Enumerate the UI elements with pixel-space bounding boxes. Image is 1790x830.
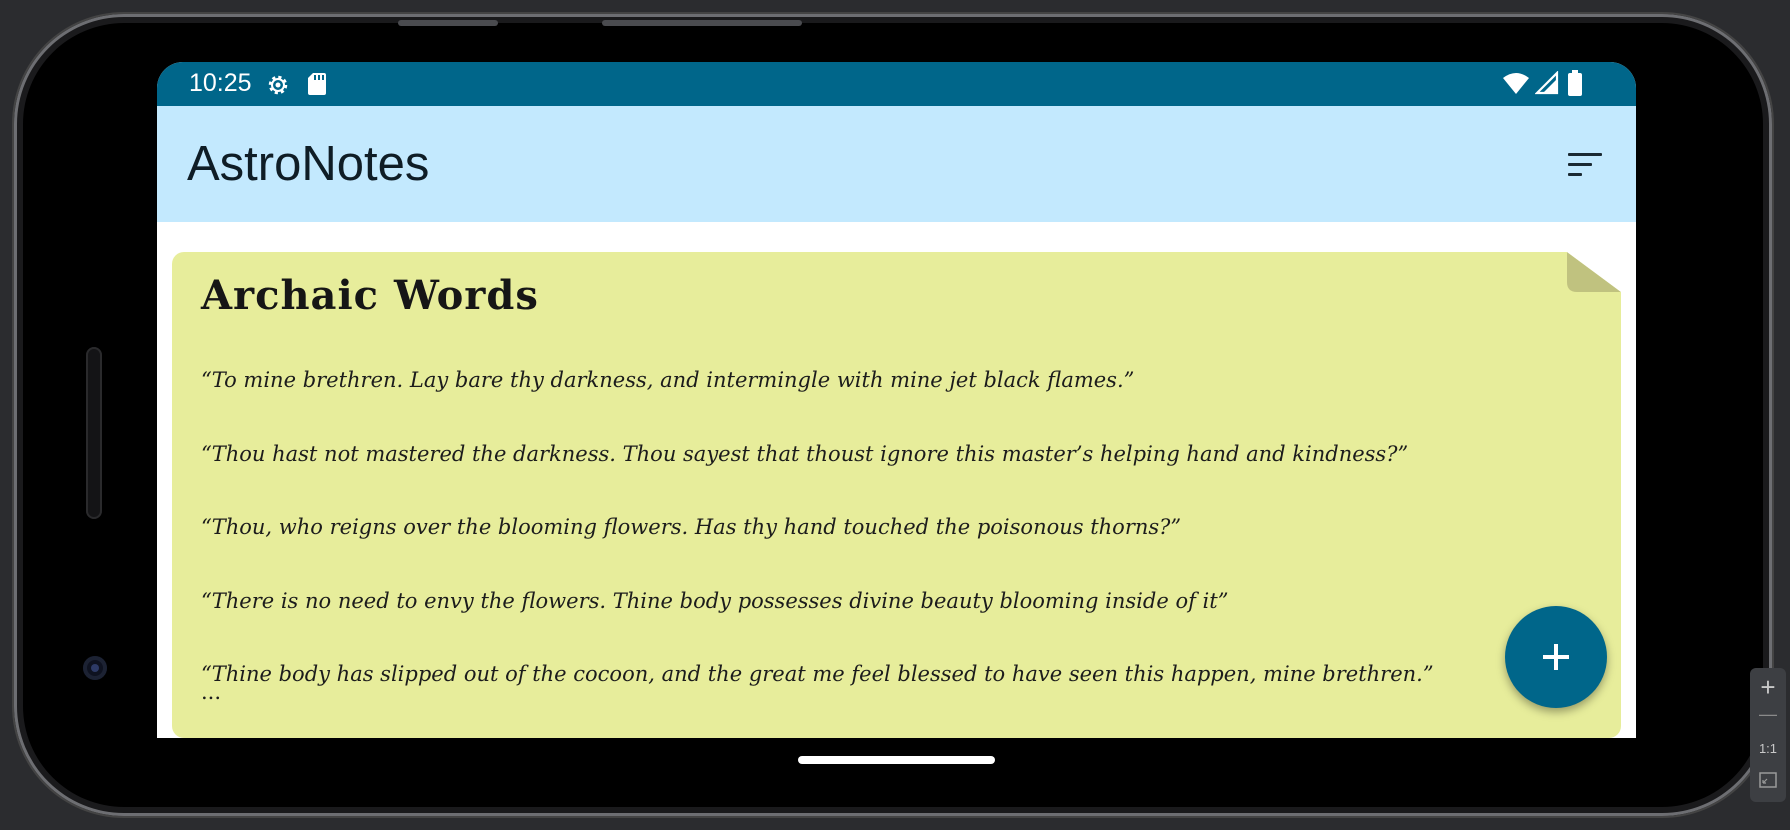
actual-size-button[interactable]: 1:1 [1750,741,1786,756]
app-screen: 10:25 AstroNotes Archaic Words “To mine … [157,62,1636,738]
note-body: “To mine brethren. Lay bare thy darkness… [201,344,1501,712]
zoom-in-button[interactable]: + [1750,672,1786,703]
note-ellipsis: ... [201,680,222,704]
battery-icon [1567,70,1583,101]
side-button-top-center [602,20,802,26]
note-fold-corner [1567,252,1621,292]
note-line: “Thou hast not mastered the darkness. Th… [201,441,1409,466]
earpiece-speaker [86,347,102,519]
front-camera [83,656,107,680]
note-title: Archaic Words [201,272,539,319]
top-app-bar: AstroNotes [157,106,1636,222]
note-line: “Thou, who reigns over the blooming flow… [201,515,1182,539]
note-line: “There is no need to envy the flowers. T… [201,588,1229,613]
status-time: 10:25 [189,69,252,97]
note-card[interactable]: Archaic Words “To mine brethren. Lay bar… [172,252,1621,738]
settings-gear-icon [265,72,291,102]
home-indicator[interactable] [798,756,995,764]
sort-icon [1558,153,1612,196]
app-title: AstroNotes [187,137,430,191]
plus-icon [1543,644,1569,670]
zoom-out-button[interactable]: — [1750,704,1786,725]
sort-button[interactable] [1558,138,1612,192]
sd-card-icon [307,72,327,100]
note-line: “To mine brethren. Lay bare thy darkness… [201,368,1135,392]
fit-screen-icon [1759,772,1777,788]
wifi-icon [1502,71,1530,99]
side-button-top-left [398,20,498,26]
status-bar: 10:25 [157,62,1636,106]
note-line: “Thine body has slipped out of the cocoo… [201,662,1434,686]
cell-signal-icon [1534,70,1559,99]
add-note-fab[interactable] [1505,606,1607,708]
emulator-zoom-panel: + — 1:1 [1750,668,1786,802]
fit-screen-button[interactable] [1750,772,1786,793]
